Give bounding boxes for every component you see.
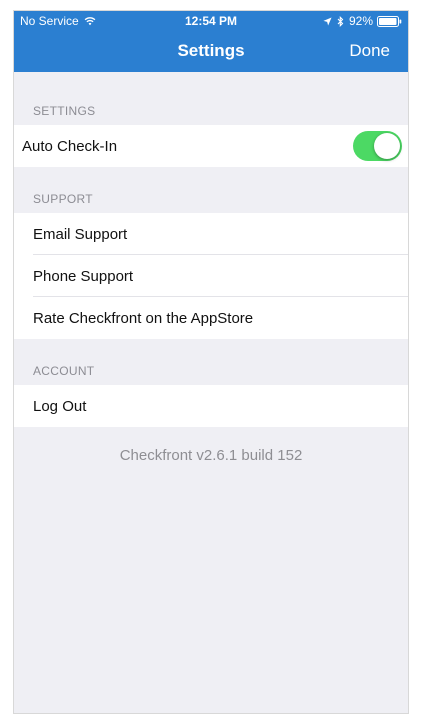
navigation-bar: Settings Done bbox=[14, 31, 408, 72]
status-right: 92% bbox=[323, 14, 402, 28]
app-screen: No Service 12:54 PM 92% Settings Done SE… bbox=[13, 10, 409, 714]
version-label: Checkfront v2.6.1 build 152 bbox=[119, 447, 303, 464]
phone-support-row[interactable]: Phone Support bbox=[14, 255, 408, 297]
rate-app-row[interactable]: Rate Checkfront on the AppStore bbox=[14, 297, 408, 339]
logout-label: Log Out bbox=[33, 397, 87, 415]
bluetooth-icon bbox=[337, 15, 344, 27]
support-group: Email Support Phone Support Rate Checkfr… bbox=[14, 213, 408, 339]
email-support-row[interactable]: Email Support bbox=[14, 213, 408, 255]
battery-percentage: 92% bbox=[348, 14, 373, 28]
logout-row[interactable]: Log Out bbox=[14, 385, 408, 427]
status-bar: No Service 12:54 PM 92% bbox=[14, 11, 408, 31]
auto-checkin-row: Auto Check-In bbox=[14, 125, 408, 167]
header: No Service 12:54 PM 92% Settings Done bbox=[14, 11, 408, 72]
toggle-knob bbox=[374, 133, 400, 159]
settings-group: Auto Check-In bbox=[14, 125, 408, 167]
phone-support-label: Phone Support bbox=[33, 267, 134, 285]
auto-checkin-label: Auto Check-In bbox=[22, 137, 118, 155]
email-support-label: Email Support bbox=[33, 225, 128, 243]
battery-icon bbox=[377, 15, 402, 27]
location-arrow-icon bbox=[323, 16, 332, 26]
section-header-settings: SETTINGS bbox=[33, 104, 96, 118]
account-group: Log Out bbox=[14, 385, 408, 427]
auto-checkin-toggle[interactable] bbox=[353, 131, 402, 161]
done-button[interactable]: Done bbox=[349, 41, 390, 61]
section-header-support: SUPPORT bbox=[33, 192, 93, 206]
rate-app-label: Rate Checkfront on the AppStore bbox=[33, 309, 254, 327]
section-header-account: ACCOUNT bbox=[33, 364, 95, 378]
